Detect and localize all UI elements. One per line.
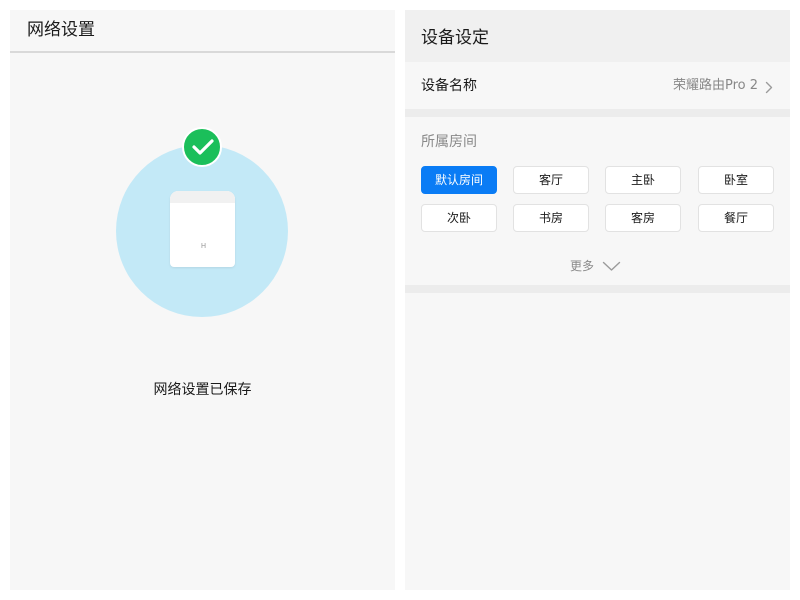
device-name-label: 设备名称 (421, 78, 477, 94)
network-settings-header: 网络设置 (10, 10, 395, 53)
room-option-study[interactable]: 书房 (513, 204, 589, 232)
more-rooms-label: 更多 (570, 259, 595, 273)
network-settings-saved-message: 网络设置已保存 (153, 382, 252, 398)
chevron-down-icon (602, 261, 621, 271)
device-settings-header: 设备设定 (405, 10, 790, 62)
network-settings-title: 网络设置 (27, 20, 95, 40)
room-option-dining-room[interactable]: 餐厅 (698, 204, 774, 232)
section-divider (405, 285, 790, 293)
room-option-bedroom[interactable]: 卧室 (698, 166, 774, 194)
room-option-guest-room[interactable]: 客房 (605, 204, 681, 232)
device-settings-title: 设备设定 (421, 28, 489, 48)
checkmark-circle-icon (182, 127, 222, 167)
room-option-master-bedroom[interactable]: 主卧 (605, 166, 681, 194)
room-option-default-room[interactable]: 默认房间 (421, 166, 497, 194)
room-section: 所属房间 默认房间 客厅 主卧 卧室 次卧 书房 客房 餐厅 更多 (405, 117, 790, 285)
section-divider (405, 109, 790, 117)
device-name-row[interactable]: 设备名称 荣耀路由Pro 2 (405, 62, 790, 109)
more-rooms-button[interactable]: 更多 (405, 255, 790, 277)
room-option-second-bedroom[interactable]: 次卧 (421, 204, 497, 232)
device-name-value: 荣耀路由Pro 2 (672, 78, 758, 93)
router-device-icon: H (170, 191, 235, 267)
room-option-living-room[interactable]: 客厅 (513, 166, 589, 194)
empty-content-area (405, 293, 790, 590)
device-settings-screen: 设备设定 设备名称 荣耀路由Pro 2 所属房间 默认房间 客厅 主卧 卧室 次… (405, 10, 790, 590)
router-logo-icon: H (200, 242, 207, 250)
chevron-right-icon (765, 81, 773, 94)
router-top-surface (170, 191, 235, 203)
room-section-title: 所属房间 (421, 134, 477, 150)
network-settings-screen: 网络设置 H 网络设置已保存 (10, 10, 395, 590)
